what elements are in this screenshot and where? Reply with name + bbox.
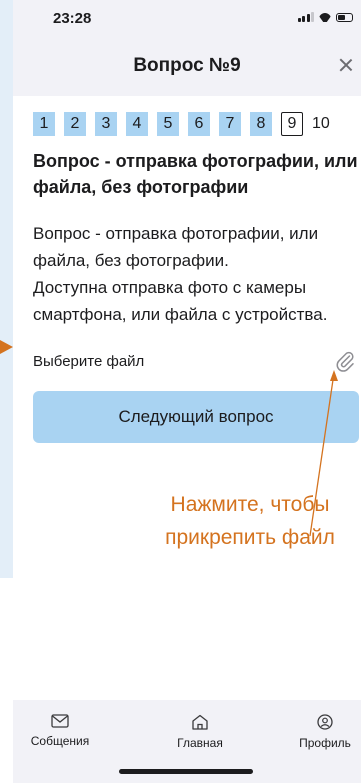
status-time: 23:28 bbox=[53, 10, 92, 27]
tab-home[interactable]: Главная bbox=[160, 714, 240, 750]
question-number-5[interactable]: 5 bbox=[157, 112, 179, 136]
tab-profile[interactable]: Профиль bbox=[285, 714, 361, 750]
tab-profile-label: Профиль bbox=[299, 736, 351, 750]
tab-messages-label: Собщения bbox=[30, 734, 90, 748]
question-number-10[interactable]: 10 bbox=[312, 112, 330, 136]
file-picker[interactable]: Выберите файл bbox=[33, 350, 355, 374]
annotation-arrow-left bbox=[0, 340, 13, 354]
close-icon[interactable] bbox=[339, 58, 353, 72]
status-icons bbox=[297, 12, 353, 22]
file-picker-label[interactable]: Выберите файл bbox=[33, 353, 144, 370]
home-indicator bbox=[119, 769, 253, 774]
signal-icon bbox=[297, 12, 314, 22]
annotation-hint: Нажмите, чтобы прикрепить файл bbox=[165, 493, 335, 549]
tab-messages[interactable]: Собщения bbox=[20, 714, 100, 748]
question-number-6[interactable]: 6 bbox=[188, 112, 210, 136]
question-number-1[interactable]: 1 bbox=[33, 112, 55, 136]
status-bar: 23:28 bbox=[13, 0, 361, 36]
question-number-2[interactable]: 2 bbox=[64, 112, 86, 136]
profile-icon bbox=[317, 714, 333, 730]
question-title: Вопрос - отправка фотографии, или файла,… bbox=[33, 151, 358, 197]
home-icon bbox=[192, 714, 208, 730]
question-text: Вопрос - отправка фотографии, или файла,… bbox=[33, 220, 359, 328]
question-text-line-1: Вопрос - отправка фотографии, или файла,… bbox=[33, 224, 319, 270]
next-question-button[interactable]: Следующий вопрос bbox=[33, 391, 359, 443]
question-number-4[interactable]: 4 bbox=[126, 112, 148, 136]
question-number-3[interactable]: 3 bbox=[95, 112, 117, 136]
paperclip-icon[interactable] bbox=[335, 350, 355, 372]
background-panel-edge bbox=[0, 0, 13, 578]
modal-header: Вопрос №9 bbox=[13, 36, 361, 96]
tab-home-label: Главная bbox=[177, 736, 223, 750]
envelope-icon bbox=[51, 714, 69, 728]
page-title: Вопрос №9 bbox=[133, 55, 241, 76]
question-text-line-2: Доступна отправка фото с камеры смартфон… bbox=[33, 278, 328, 324]
battery-icon bbox=[336, 12, 353, 22]
question-number-nav: 1 2 3 4 5 6 7 8 9 10 bbox=[33, 112, 330, 136]
question-number-9-active[interactable]: 9 bbox=[281, 112, 303, 136]
question-number-8[interactable]: 8 bbox=[250, 112, 272, 136]
question-number-7[interactable]: 7 bbox=[219, 112, 241, 136]
wifi-icon bbox=[319, 13, 331, 22]
